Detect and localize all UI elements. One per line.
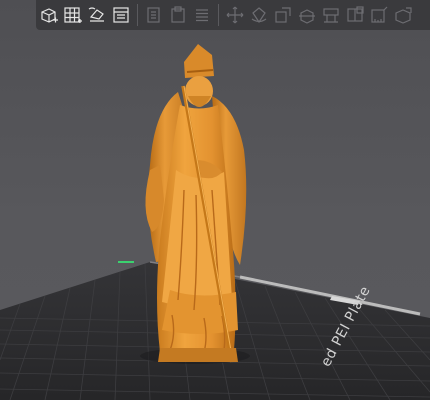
- 3d-viewport[interactable]: ed PEI Plate: [0, 0, 430, 400]
- plate-icon[interactable]: [110, 4, 132, 26]
- paste-icon[interactable]: [167, 4, 189, 26]
- toolbar-separator: [137, 4, 138, 26]
- scene-canvas[interactable]: [0, 0, 430, 400]
- measure-icon[interactable]: [368, 4, 390, 26]
- main-toolbar: [36, 0, 430, 30]
- assembly-icon[interactable]: [392, 4, 414, 26]
- list-icon[interactable]: [191, 4, 213, 26]
- orient-icon[interactable]: [86, 4, 108, 26]
- copy-icon[interactable]: [143, 4, 165, 26]
- seam-icon[interactable]: [344, 4, 366, 26]
- add-object-icon[interactable]: [38, 4, 60, 26]
- model-figure[interactable]: [145, 44, 247, 363]
- support-icon[interactable]: [320, 4, 342, 26]
- scale-icon[interactable]: [272, 4, 294, 26]
- move-icon[interactable]: [224, 4, 246, 26]
- arrange-grid-icon[interactable]: [62, 4, 84, 26]
- rotate-icon[interactable]: [248, 4, 270, 26]
- toolbar-separator: [218, 4, 219, 26]
- cut-icon[interactable]: [296, 4, 318, 26]
